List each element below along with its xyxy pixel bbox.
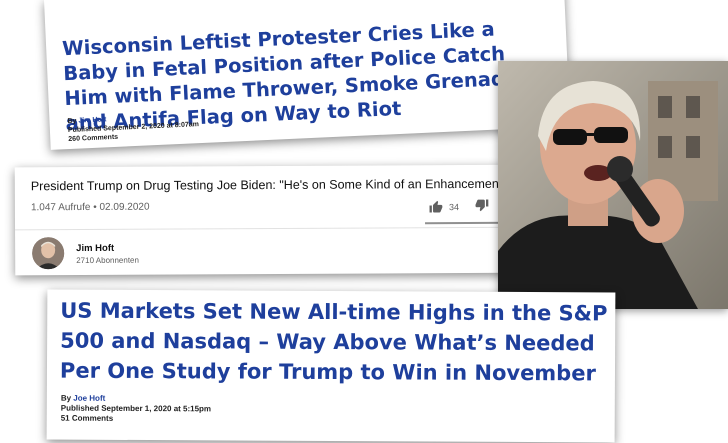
by-label: By [67,117,79,126]
divider [15,226,536,231]
article-headline[interactable]: US Markets Set New All-time Highs in the… [60,296,610,389]
like-count: 34 [448,201,459,212]
comments-count[interactable]: 51 Comments [61,414,211,425]
article-meta: By Joe Hoft Published September 1, 2020 … [61,394,211,425]
thumbs-up-icon [429,200,443,213]
author-link[interactable]: Jim Hoft [78,116,106,124]
speaker-image [498,61,728,309]
article-card-wisconsin: Wisconsin Leftist Protester Cries Like a… [44,0,571,150]
article-meta: By Jim Hoft Published September 2, 2020 … [67,111,199,144]
subscriber-count: 2710 Abonnenten [76,255,139,266]
video-title: President Trump on Drug Testing Joe Bide… [30,176,507,194]
author-link[interactable]: Joe Hoft [73,394,105,403]
channel-avatar[interactable] [32,237,65,270]
thumbs-down-icon [475,199,489,212]
article-card-markets: US Markets Set New All-time Highs in the… [46,289,616,443]
video-info-card: President Trump on Drug Testing Joe Bide… [14,164,536,276]
dislike-button[interactable] [475,199,489,217]
speaker-photo [498,61,728,309]
channel-name[interactable]: Jim Hoft [76,243,114,254]
avatar-image [32,237,65,270]
like-button[interactable]: 34 [429,200,459,213]
video-stats: 1.047 Aufrufe • 02.09.2020 [30,201,150,214]
by-label: By [60,393,74,403]
